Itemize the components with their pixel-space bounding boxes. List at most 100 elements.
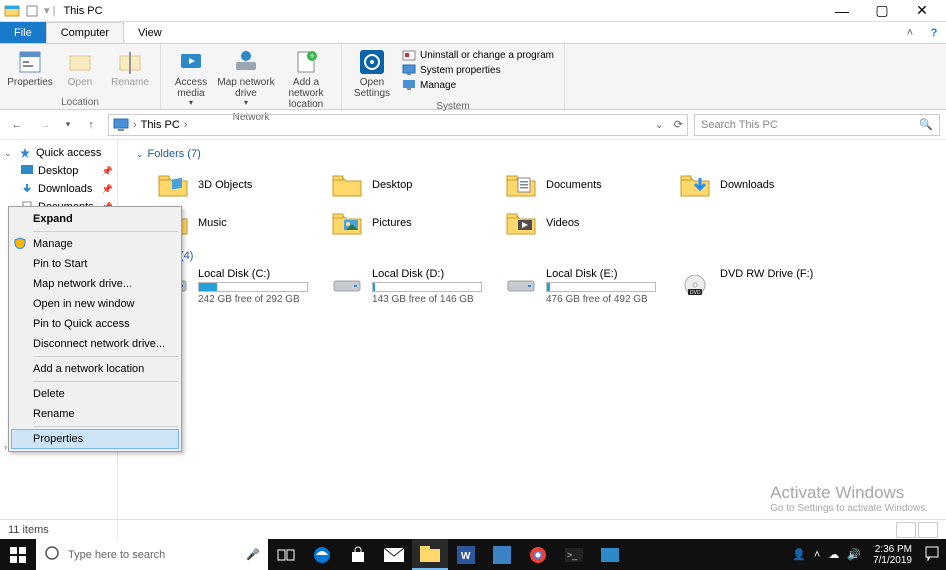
taskbar-chrome[interactable] <box>520 539 556 570</box>
svg-text:DVD: DVD <box>690 290 701 295</box>
window-title: This PC <box>63 5 102 17</box>
folder-item[interactable]: Documents <box>506 166 680 204</box>
tray-up-icon[interactable]: ˄ <box>814 549 820 561</box>
breadcrumb-root[interactable]: This PC <box>141 119 180 131</box>
drive-item[interactable]: Local Disk (C:)242 GB free of 292 GB <box>158 268 332 305</box>
taskbar-app1[interactable] <box>484 539 520 570</box>
start-button[interactable] <box>0 539 36 570</box>
pin-icon: 📌 <box>102 184 113 195</box>
drive-item[interactable]: Local Disk (E:)476 GB free of 492 GB <box>506 268 680 305</box>
nav-bar: ← → ▾ ↑ › This PC › ⌄ ⟳ Search This PC 🔍 <box>0 110 946 140</box>
sidebar-item-desktop[interactable]: Desktop 📌 <box>0 162 117 180</box>
open-settings-button[interactable]: Open Settings <box>348 46 396 101</box>
svg-text:W: W <box>461 551 471 562</box>
context-menu: Expand ManagePin to Start Map network driv… <box>8 206 182 452</box>
search-icon[interactable]: 🔍 <box>919 118 933 131</box>
taskbar-word[interactable]: W <box>448 539 484 570</box>
icons-view-button[interactable] <box>918 522 938 538</box>
svg-text:>_: >_ <box>567 550 578 560</box>
open-button: Open <box>56 46 104 90</box>
folder-item[interactable]: 3D Objects <box>158 166 332 204</box>
properties-button[interactable]: Properties <box>6 46 54 90</box>
add-network-location-button[interactable]: + Add a network location <box>277 46 335 112</box>
maximize-button[interactable]: ▢ <box>862 0 902 22</box>
drive-usage-bar <box>546 282 656 292</box>
forward-button[interactable]: → <box>34 114 56 136</box>
refresh-icon[interactable]: ⟳ <box>674 118 683 131</box>
menu-item-label: Properties <box>33 433 83 445</box>
context-menu-item[interactable]: Rename <box>11 404 179 424</box>
sidebar-quick-access[interactable]: ⌄ Quick access <box>0 144 117 162</box>
tray-people-icon[interactable]: 👤 <box>792 548 806 561</box>
tab-computer[interactable]: Computer <box>46 22 124 43</box>
folder-item[interactable]: Pictures <box>332 204 506 242</box>
context-menu-item[interactable]: Properties <box>11 429 179 449</box>
sidebar-item-downloads[interactable]: Downloads 📌 <box>0 180 117 198</box>
ribbon-tabs: File Computer View ˄ ? <box>0 22 946 44</box>
taskbar-search[interactable]: Type here to search 🎤 <box>36 539 268 570</box>
manage-button[interactable]: Manage <box>402 78 554 92</box>
context-menu-item[interactable]: Delete <box>11 384 179 404</box>
explorer-icon <box>4 3 20 19</box>
context-menu-item[interactable]: Add a network location <box>11 359 179 379</box>
svg-text:+: + <box>310 51 315 61</box>
taskbar-app2[interactable] <box>592 539 628 570</box>
map-network-drive-button[interactable]: Map network drive▾ <box>217 46 275 110</box>
up-button[interactable]: ↑ <box>80 114 102 136</box>
folder-item[interactable]: Downloads <box>680 166 854 204</box>
recent-dropdown[interactable]: ▾ <box>62 114 74 136</box>
details-view-button[interactable] <box>896 522 916 538</box>
ribbon-collapse-icon[interactable]: ˄ <box>898 22 922 43</box>
system-properties-button[interactable]: System properties <box>402 63 554 77</box>
taskbar-clock[interactable]: 2:36 PM 7/1/2019 <box>869 544 916 566</box>
tray-network-icon[interactable]: 🔊 <box>847 548 861 561</box>
drive-item[interactable]: DVDDVD RW Drive (F:) <box>680 268 854 305</box>
task-view-button[interactable] <box>268 539 304 570</box>
menu-item-label: Expand <box>33 213 73 225</box>
qat-dropdown-icon[interactable] <box>24 3 40 19</box>
tab-file[interactable]: File <box>0 22 46 43</box>
context-menu-item[interactable]: Pin to Start <box>11 254 179 274</box>
pc-icon <box>113 117 129 133</box>
taskbar-cmd[interactable]: >_ <box>556 539 592 570</box>
breadcrumb-sep[interactable]: › <box>133 119 137 131</box>
context-menu-item[interactable]: Map network drive... <box>11 274 179 294</box>
address-dropdown-icon[interactable]: ⌄ <box>655 118 664 131</box>
drives-section-header[interactable]: ⌄ drives (4) <box>124 248 946 268</box>
taskbar-store[interactable] <box>340 539 376 570</box>
item-count: 11 items <box>8 524 49 536</box>
chevron-down-icon[interactable]: ⌄ <box>4 148 14 159</box>
back-button[interactable]: ← <box>6 114 28 136</box>
drive-item[interactable]: Local Disk (D:)143 GB free of 146 GB <box>332 268 506 305</box>
folder-item[interactable]: Videos <box>506 204 680 242</box>
breadcrumb-sep[interactable]: › <box>184 119 188 131</box>
desktop-icon <box>20 164 34 178</box>
context-menu-item[interactable]: Disconnect network drive... <box>11 334 179 354</box>
folder-item[interactable]: Desktop <box>332 166 506 204</box>
close-button[interactable]: ✕ <box>902 0 942 22</box>
tray-onedrive-icon[interactable]: ☁ <box>828 548 839 561</box>
menu-item-label: Map network drive... <box>33 278 132 290</box>
uninstall-button[interactable]: Uninstall or change a program <box>402 48 554 62</box>
context-menu-item[interactable]: Expand <box>11 209 179 229</box>
drive-free-text: 143 GB free of 146 GB <box>372 294 506 305</box>
context-menu-item[interactable]: Pin to Quick access <box>11 314 179 334</box>
minimize-button[interactable]: — <box>822 0 862 22</box>
address-bar[interactable]: › This PC › ⌄ ⟳ <box>108 114 688 136</box>
action-center-icon[interactable] <box>924 545 940 564</box>
search-box[interactable]: Search This PC 🔍 <box>694 114 940 136</box>
folder-item[interactable]: Music <box>158 204 332 242</box>
mic-icon[interactable]: 🎤 <box>246 548 260 561</box>
taskbar-mail[interactable] <box>376 539 412 570</box>
access-media-button[interactable]: Access media▾ <box>167 46 215 110</box>
context-menu-item[interactable]: Open in new window <box>11 294 179 314</box>
context-menu-item[interactable]: Manage <box>11 234 179 254</box>
tab-view[interactable]: View <box>124 22 176 43</box>
taskbar-explorer[interactable] <box>412 539 448 570</box>
help-icon[interactable]: ? <box>922 22 946 43</box>
taskbar-edge[interactable] <box>304 539 340 570</box>
drive-usage-bar <box>198 282 308 292</box>
folders-section-header[interactable]: ⌄ Folders (7) <box>124 146 946 166</box>
folder-icon <box>680 170 710 200</box>
search-placeholder: Search This PC <box>701 119 778 131</box>
